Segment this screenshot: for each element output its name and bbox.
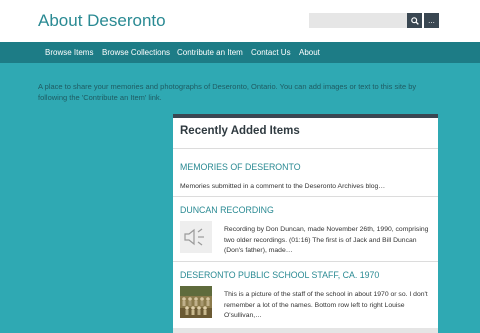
item-desc-duncan: Recording by Don Duncan, made November 2…: [224, 226, 429, 254]
advanced-search-button[interactable]: ...: [424, 13, 439, 28]
recent-items-panel: Recently Added Items MEMORIES OF DESERON…: [173, 114, 438, 333]
main-nav: Browse Items Browse Collections Contribu…: [0, 42, 480, 63]
panel-footer: [173, 328, 438, 333]
divider: [173, 261, 438, 262]
nav-about[interactable]: About: [299, 42, 320, 63]
item-title-school-staff[interactable]: DESERONTO PUBLIC SCHOOL STAFF, CA. 1970: [180, 270, 379, 280]
school-staff-photo: [180, 286, 212, 318]
site-header: About Deseronto ...: [0, 0, 480, 42]
search-icon: [410, 16, 419, 25]
search-form: ...: [309, 13, 439, 28]
item-title-memories[interactable]: MEMORIES OF DESERONTO: [180, 162, 301, 172]
nav-contact-us[interactable]: Contact Us: [251, 42, 291, 63]
nav-browse-collections[interactable]: Browse Collections: [102, 42, 170, 63]
item-desc-memories: Memories submitted in a comment to the D…: [180, 183, 386, 190]
photo-thumbnail[interactable]: [180, 286, 212, 318]
divider: [173, 196, 438, 197]
search-button[interactable]: [407, 13, 422, 28]
search-input[interactable]: [309, 13, 407, 28]
audio-thumbnail[interactable]: [180, 221, 212, 253]
item-title-duncan[interactable]: DUNCAN RECORDING: [180, 205, 274, 215]
speaker-icon: [184, 228, 204, 246]
item-desc-school-staff: This is a picture of the staff of the sc…: [224, 291, 428, 319]
site-title[interactable]: About Deseronto: [38, 11, 166, 31]
nav-browse-items[interactable]: Browse Items: [45, 42, 93, 63]
recent-items-heading: Recently Added Items: [180, 125, 300, 137]
divider: [173, 148, 438, 149]
nav-contribute-item[interactable]: Contribute an Item: [177, 42, 243, 63]
intro-text: A place to share your memories and photo…: [38, 82, 417, 102]
